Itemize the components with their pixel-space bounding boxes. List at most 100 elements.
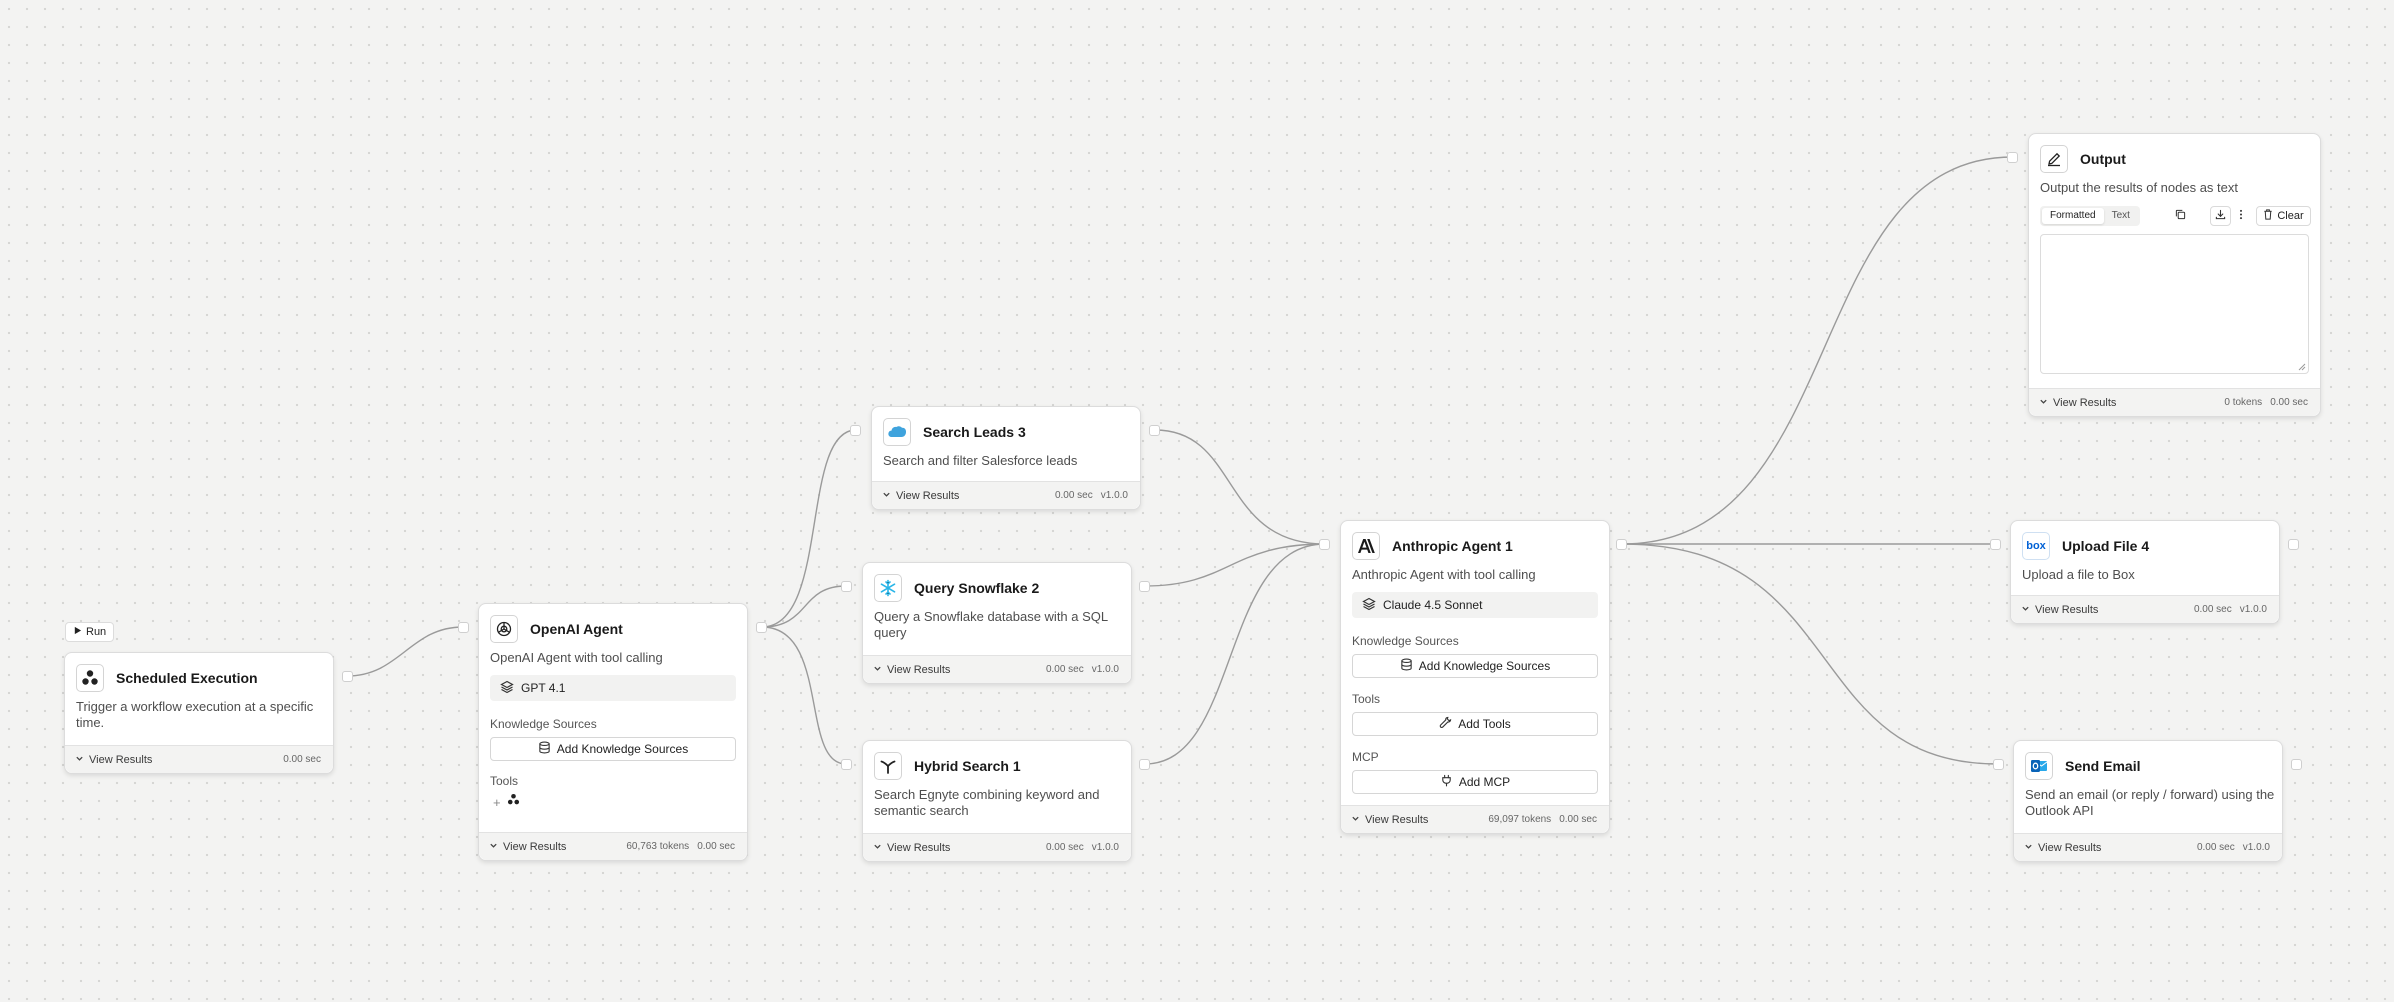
wrench-icon <box>1439 716 1452 732</box>
node-footer: View Results 69,097 tokens 0.00 sec <box>1341 805 1609 833</box>
tools-label: Tools <box>490 774 519 788</box>
input-handle[interactable] <box>1319 539 1330 550</box>
more-options-button[interactable] <box>2231 206 2251 226</box>
node-hybrid-search[interactable]: Hybrid Search 1 Search Egnyte combining … <box>862 740 1132 862</box>
salesforce-icon <box>883 418 911 446</box>
output-format-tabs: Formatted Text <box>2040 206 2140 226</box>
token-count: 0 tokens <box>2224 397 2263 408</box>
node-footer: View Results 0.00 sec v1.0.0 <box>872 481 1140 509</box>
output-handle[interactable] <box>2288 539 2299 550</box>
layers-icon <box>1362 597 1376 614</box>
node-title: Anthropic Agent 1 <box>1392 538 1513 554</box>
add-knowledge-sources-button[interactable]: Add Knowledge Sources <box>490 737 736 761</box>
output-handle[interactable] <box>1139 581 1150 592</box>
node-footer: View Results 0.00 sec <box>65 745 333 773</box>
token-count: 69,097 tokens <box>1488 814 1552 825</box>
input-handle[interactable] <box>1990 539 2001 550</box>
add-tools-button[interactable]: Add Tools <box>1352 712 1598 736</box>
input-handle[interactable] <box>850 425 861 436</box>
exec-time: 0.00 sec <box>1045 664 1084 675</box>
node-title: Query Snowflake 2 <box>914 580 1040 596</box>
output-handle[interactable] <box>2291 759 2302 770</box>
chevron-down-icon <box>882 490 891 502</box>
exec-time: 0.00 sec <box>697 841 735 852</box>
output-handle[interactable] <box>1139 759 1150 770</box>
input-handle[interactable] <box>841 581 852 592</box>
node-anthropic-agent[interactable]: Anthropic Agent 1 Anthropic Agent with t… <box>1340 520 1610 834</box>
resize-handle-icon[interactable] <box>2298 363 2306 371</box>
input-handle[interactable] <box>1993 759 2004 770</box>
chevron-down-icon <box>2021 604 2030 616</box>
node-output[interactable]: Output Output the results of nodes as te… <box>2028 133 2321 417</box>
version: v1.0.0 <box>1091 842 1119 853</box>
input-handle[interactable] <box>841 759 852 770</box>
add-tool-plus-icon[interactable]: + <box>493 795 501 810</box>
node-footer: View Results 60,763 tokens 0.00 sec <box>479 832 747 860</box>
node-footer: View Results 0.00 sec v1.0.0 <box>2011 595 2279 623</box>
output-handle[interactable] <box>1616 539 1627 550</box>
model-selector[interactable]: Claude 4.5 Sonnet <box>1352 592 1598 618</box>
node-scheduled-execution[interactable]: Scheduled Execution Trigger a workflow e… <box>64 652 334 774</box>
output-handle[interactable] <box>1149 425 1160 436</box>
copy-button[interactable] <box>2170 206 2190 226</box>
download-icon <box>2215 209 2226 223</box>
output-handle[interactable] <box>342 671 353 682</box>
add-mcp-button[interactable]: Add MCP <box>1352 770 1598 794</box>
version: v1.0.0 <box>1091 664 1119 675</box>
trash-icon <box>2263 209 2273 223</box>
edge-openai-snowflake <box>761 585 847 628</box>
version: v1.0.0 <box>2242 842 2270 853</box>
chevron-down-icon <box>873 842 882 854</box>
exec-time: 0.00 sec <box>2193 604 2232 615</box>
view-results-toggle[interactable]: View Results <box>882 490 959 502</box>
anthropic-icon <box>1352 532 1380 560</box>
node-openai-agent[interactable]: OpenAI Agent OpenAI Agent with tool call… <box>478 603 748 861</box>
edge-scheduled-openai <box>346 626 464 677</box>
play-icon <box>73 626 82 638</box>
node-description: Search Egnyte combining keyword and sema… <box>874 787 1100 818</box>
scheduled-tool-icon[interactable] <box>507 793 520 811</box>
run-button[interactable]: Run <box>65 622 115 642</box>
view-results-toggle[interactable]: View Results <box>873 842 950 854</box>
output-textarea[interactable] <box>2040 234 2309 374</box>
node-footer: View Results 0 tokens 0.00 sec <box>2029 388 2320 416</box>
view-results-toggle[interactable]: View Results <box>489 841 566 853</box>
chevron-down-icon <box>489 841 498 853</box>
tab-formatted[interactable]: Formatted <box>2042 208 2104 224</box>
node-title: Search Leads 3 <box>923 424 1026 440</box>
more-vertical-icon <box>2239 209 2243 223</box>
egnyte-icon <box>874 752 902 780</box>
view-results-toggle[interactable]: View Results <box>873 664 950 676</box>
view-results-toggle[interactable]: View Results <box>2024 842 2101 854</box>
model-selector[interactable]: GPT 4.1 <box>490 675 736 701</box>
exec-time: 0.00 sec <box>1045 842 1084 853</box>
view-results-toggle[interactable]: View Results <box>2021 604 2098 616</box>
input-handle[interactable] <box>2007 152 2018 163</box>
clear-button[interactable]: Clear <box>2256 206 2311 226</box>
node-footer: View Results 0.00 sec v1.0.0 <box>863 833 1131 861</box>
node-description: Search and filter Salesforce leads <box>883 453 1078 468</box>
view-results-toggle[interactable]: View Results <box>75 754 152 766</box>
view-results-toggle[interactable]: View Results <box>2039 397 2116 409</box>
outlook-icon <box>2025 752 2053 780</box>
node-description: Query a Snowflake database with a SQL qu… <box>874 609 1108 640</box>
version: v1.0.0 <box>2239 604 2267 615</box>
edge-anthropic-output <box>1621 156 2014 545</box>
input-handle[interactable] <box>458 622 469 633</box>
database-icon <box>1400 658 1413 674</box>
node-description: Anthropic Agent with tool calling <box>1352 567 1536 582</box>
openai-icon <box>490 615 518 643</box>
output-handle[interactable] <box>756 622 767 633</box>
node-search-leads[interactable]: Search Leads 3 Search and filter Salesfo… <box>871 406 1141 510</box>
knowledge-sources-label: Knowledge Sources <box>490 717 597 731</box>
edge-anthropic-email <box>1621 543 1999 765</box>
add-knowledge-sources-button[interactable]: Add Knowledge Sources <box>1352 654 1598 678</box>
node-send-email[interactable]: Send Email Send an email (or reply / for… <box>2013 740 2283 862</box>
tab-text[interactable]: Text <box>2104 208 2138 224</box>
node-title: Send Email <box>2065 758 2141 774</box>
node-upload-file[interactable]: box Upload File 4 Upload a file to Box V… <box>2010 520 2280 624</box>
view-results-toggle[interactable]: View Results <box>1351 814 1428 826</box>
chevron-down-icon <box>1351 814 1360 826</box>
download-button[interactable] <box>2210 206 2231 226</box>
node-query-snowflake[interactable]: Query Snowflake 2 Query a Snowflake data… <box>862 562 1132 684</box>
